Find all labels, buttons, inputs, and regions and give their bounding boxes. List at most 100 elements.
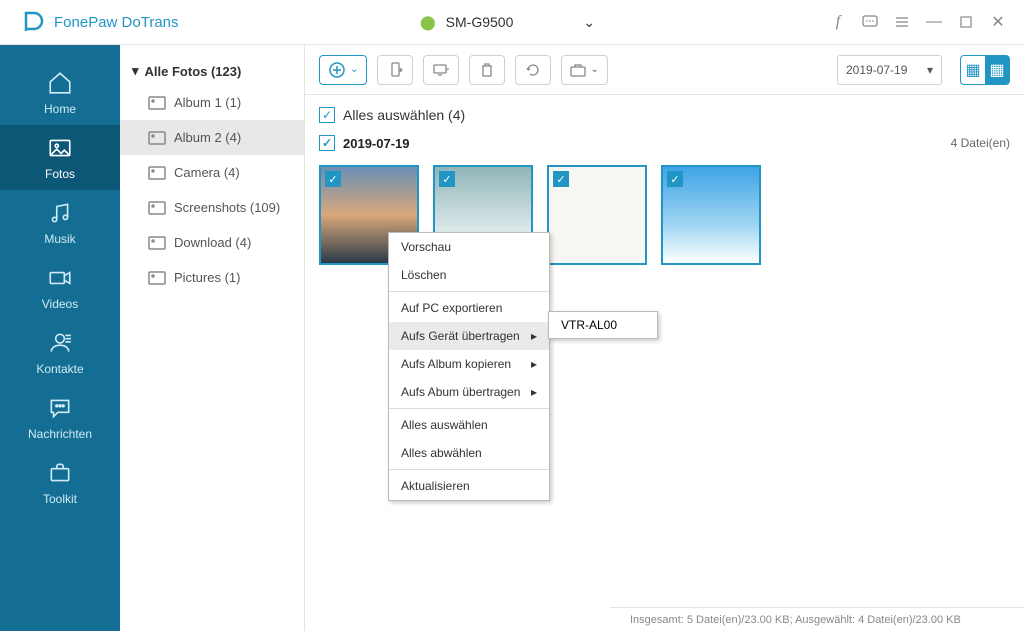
arrow-right-icon: ▸ xyxy=(531,385,537,399)
device-name: SM-G9500 xyxy=(446,14,514,30)
ctx-export-pc[interactable]: Auf PC exportieren xyxy=(389,294,549,322)
view-small-grid[interactable]: ▦ xyxy=(985,56,1009,84)
album-icon xyxy=(148,201,166,215)
album-panel: ▾ Alle Fotos (123) Album 1 (1) Album 2 (… xyxy=(120,45,305,631)
ctx-refresh[interactable]: Aktualisieren xyxy=(389,472,549,500)
album-label: Album 2 (4) xyxy=(174,130,241,145)
ctx-transfer-album[interactable]: Aufs Abum übertragen▸ xyxy=(389,378,549,406)
toolkit-icon xyxy=(47,460,73,486)
select-all-label: Alles auswählen (4) xyxy=(343,107,465,123)
arrow-right-icon: ▸ xyxy=(531,357,537,371)
music-icon xyxy=(47,200,73,226)
separator xyxy=(389,408,549,409)
view-large-grid[interactable]: ▦ xyxy=(961,56,985,84)
nav-nachrichten[interactable]: Nachrichten xyxy=(0,385,120,450)
toolbox-button[interactable]: ⌄ xyxy=(561,55,607,85)
nav-label: Kontakte xyxy=(36,362,83,376)
close-button[interactable]: ✕ xyxy=(987,11,1009,33)
checkbox-icon[interactable]: ✓ xyxy=(319,135,335,151)
album-icon xyxy=(148,131,166,145)
maximize-button[interactable] xyxy=(955,11,977,33)
ctx-preview[interactable]: Vorschau xyxy=(389,233,549,261)
minimize-button[interactable]: — xyxy=(923,11,945,33)
video-icon xyxy=(47,265,73,291)
nav-toolkit[interactable]: Toolkit xyxy=(0,450,120,515)
context-submenu: VTR-AL00 xyxy=(548,311,658,339)
checkbox-icon[interactable]: ✓ xyxy=(319,107,335,123)
sidebar: Home Fotos Musik Videos Kontakte Nachric… xyxy=(0,45,120,631)
share-f-icon[interactable]: f xyxy=(827,11,849,33)
separator xyxy=(389,291,549,292)
home-icon xyxy=(47,70,73,96)
ctx-deselect-all[interactable]: Alles abwählen xyxy=(389,439,549,467)
messages-icon xyxy=(47,395,73,421)
app-title: FonePaw DoTrans xyxy=(54,14,179,31)
add-button[interactable]: ⌄ xyxy=(319,55,367,85)
nav-home[interactable]: Home xyxy=(0,60,120,125)
date-filter[interactable]: 2019-07-19 ▾ xyxy=(837,55,942,85)
nav-musik[interactable]: Musik xyxy=(0,190,120,255)
device-selector[interactable]: ⬤ SM-G9500 ⌄ xyxy=(420,14,595,31)
album-icon xyxy=(148,236,166,250)
ctx-delete[interactable]: Löschen xyxy=(389,261,549,289)
date-label: 2019-07-19 xyxy=(343,136,410,151)
nav-label: Videos xyxy=(42,297,78,311)
album-icon xyxy=(148,166,166,180)
select-all-row[interactable]: ✓ Alles auswählen (4) xyxy=(305,95,1024,129)
album-item[interactable]: Album 1 (1) xyxy=(120,85,304,120)
file-count: 4 Datei(en) xyxy=(951,136,1010,150)
phone-export-icon xyxy=(387,62,403,78)
nav-fotos[interactable]: Fotos xyxy=(0,125,120,190)
album-root-label: Alle Fotos (123) xyxy=(145,64,242,79)
chevron-down-icon: ⌄ xyxy=(583,14,595,31)
android-icon: ⬤ xyxy=(420,14,436,31)
album-icon xyxy=(148,271,166,285)
menu-icon[interactable] xyxy=(891,11,913,33)
checkbox-checked-icon[interactable]: ✓ xyxy=(667,171,683,187)
export-to-pc-button[interactable] xyxy=(423,55,459,85)
briefcase-icon xyxy=(570,63,586,77)
chevron-down-icon: ⌄ xyxy=(590,64,598,75)
album-item[interactable]: Album 2 (4) xyxy=(120,120,304,155)
caret-down-icon: ▾ xyxy=(132,63,139,79)
album-item[interactable]: Screenshots (109) xyxy=(120,190,304,225)
logo-area: FonePaw DoTrans xyxy=(0,10,300,34)
album-root[interactable]: ▾ Alle Fotos (123) xyxy=(120,57,304,85)
refresh-button[interactable] xyxy=(515,55,551,85)
album-label: Camera (4) xyxy=(174,165,240,180)
ctx-sub-device[interactable]: VTR-AL00 xyxy=(549,312,657,338)
album-item[interactable]: Download (4) xyxy=(120,225,304,260)
nav-kontakte[interactable]: Kontakte xyxy=(0,320,120,385)
album-icon xyxy=(148,96,166,110)
photo-thumbnail[interactable]: ✓ xyxy=(547,165,647,265)
chevron-down-icon: ⌄ xyxy=(350,64,358,75)
nav-label: Home xyxy=(44,102,76,116)
contacts-icon xyxy=(47,330,73,356)
ctx-transfer-device[interactable]: Aufs Gerät übertragen▸ xyxy=(389,322,549,350)
date-filter-value: 2019-07-19 xyxy=(846,63,907,77)
status-text: Insgesamt: 5 Datei(en)/23.00 KB; Ausgewä… xyxy=(630,614,961,626)
refresh-icon xyxy=(525,62,541,78)
checkbox-checked-icon[interactable]: ✓ xyxy=(325,171,341,187)
checkbox-checked-icon[interactable]: ✓ xyxy=(553,171,569,187)
delete-button[interactable] xyxy=(469,55,505,85)
checkbox-checked-icon[interactable]: ✓ xyxy=(439,171,455,187)
nav-videos[interactable]: Videos xyxy=(0,255,120,320)
album-label: Pictures (1) xyxy=(174,270,240,285)
export-to-device-button[interactable] xyxy=(377,55,413,85)
nav-label: Toolkit xyxy=(43,492,77,506)
album-item[interactable]: Camera (4) xyxy=(120,155,304,190)
arrow-right-icon: ▸ xyxy=(531,329,537,343)
toolbar: ⌄ ⌄ 2019-07-19 ▾ ▦ ▦ xyxy=(305,45,1024,95)
date-group-header: ✓ 2019-07-19 4 Datei(en) xyxy=(305,129,1024,157)
window-controls: f — ✕ xyxy=(827,11,1009,33)
caret-down-icon: ▾ xyxy=(927,63,933,77)
album-label: Screenshots (109) xyxy=(174,200,280,215)
photo-thumbnail[interactable]: ✓ xyxy=(661,165,761,265)
feedback-icon[interactable] xyxy=(859,11,881,33)
album-item[interactable]: Pictures (1) xyxy=(120,260,304,295)
album-label: Album 1 (1) xyxy=(174,95,241,110)
context-menu: Vorschau Löschen Auf PC exportieren Aufs… xyxy=(388,232,550,501)
ctx-copy-album[interactable]: Aufs Album kopieren▸ xyxy=(389,350,549,378)
ctx-select-all[interactable]: Alles auswählen xyxy=(389,411,549,439)
